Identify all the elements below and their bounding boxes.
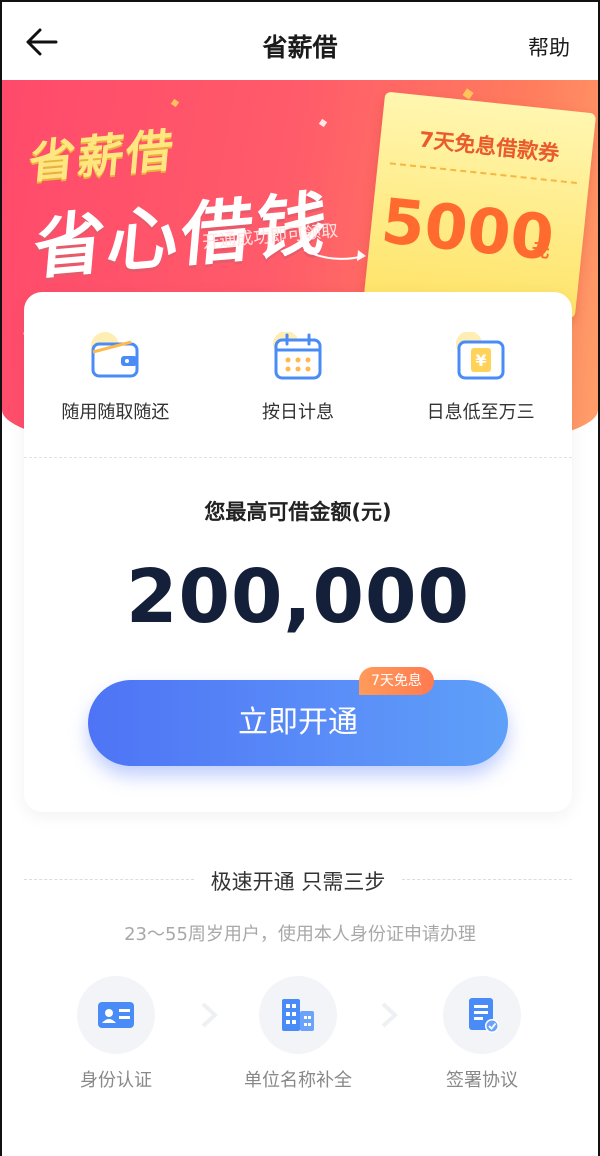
help-link[interactable]: 帮助 bbox=[528, 32, 570, 62]
feature-item: 按日计息 bbox=[207, 292, 390, 456]
steps-header: 极速开通 只需三步 bbox=[24, 862, 572, 898]
frame-top-border bbox=[0, 0, 600, 2]
feature-label: 随用随取随还 bbox=[61, 402, 170, 423]
confetti-decoration bbox=[170, 98, 180, 108]
id-card-icon[interactable] bbox=[77, 976, 155, 1054]
step-item[interactable]: 单位名称补全 bbox=[218, 976, 378, 1092]
document-check-icon[interactable] bbox=[443, 976, 521, 1054]
loan-card: 随用随取随还 按日计息 ¥ 日息低至万三 您最高可借金额(元) 200,000 … bbox=[24, 292, 572, 812]
calendar-icon bbox=[270, 331, 326, 382]
nav-header: 省薪借 帮助 bbox=[2, 2, 598, 80]
banner-brand-text: 省薪借 bbox=[26, 122, 177, 190]
max-amount-label: 您最高可借金额(元) bbox=[204, 500, 392, 524]
wallet-icon bbox=[87, 332, 143, 382]
feature-label: 按日计息 bbox=[262, 402, 334, 423]
building-icon[interactable] bbox=[259, 976, 337, 1054]
step-label: 单位名称补全 bbox=[244, 1070, 352, 1091]
feature-item: 随用随取随还 bbox=[24, 292, 207, 456]
step-item[interactable]: 身份认证 bbox=[36, 976, 196, 1092]
chevron-right-icon bbox=[201, 1002, 218, 1028]
step-list: 身份认证 单位名称补全 签署协议 bbox=[24, 976, 572, 1106]
interest-free-badge: 7天免息 bbox=[359, 667, 434, 695]
card-divider bbox=[24, 457, 572, 458]
confetti-decoration bbox=[462, 88, 474, 100]
frame-left-border bbox=[0, 0, 2, 1156]
coupon-unit: 元 bbox=[530, 239, 551, 263]
steps-subtitle: 23～55周岁用户，使用本人身份证申请办理 bbox=[124, 924, 476, 945]
max-amount-value: 200,000 bbox=[125, 554, 471, 640]
feature-list: 随用随取随还 按日计息 ¥ 日息低至万三 bbox=[24, 292, 572, 456]
feature-item: ¥ 日息低至万三 bbox=[389, 292, 572, 456]
step-item[interactable]: 签署协议 bbox=[402, 976, 562, 1092]
svg-text:¥: ¥ bbox=[475, 351, 486, 370]
step-label: 签署协议 bbox=[446, 1070, 518, 1091]
chevron-right-icon bbox=[381, 1002, 398, 1028]
interest-free-coupon: 7天免息借款券 5000 元 bbox=[363, 91, 597, 319]
steps-title: 极速开通 只需三步 bbox=[198, 870, 398, 894]
page-title: 省薪借 bbox=[262, 33, 338, 62]
curved-arrow-icon bbox=[303, 249, 366, 261]
step-label: 身份认证 bbox=[80, 1070, 152, 1091]
yen-icon: ¥ bbox=[453, 331, 509, 382]
feature-label: 日息低至万三 bbox=[426, 402, 535, 423]
confetti-decoration bbox=[318, 118, 328, 128]
back-arrow-icon[interactable] bbox=[20, 22, 64, 62]
open-now-button[interactable]: 立即开通 bbox=[88, 680, 508, 766]
